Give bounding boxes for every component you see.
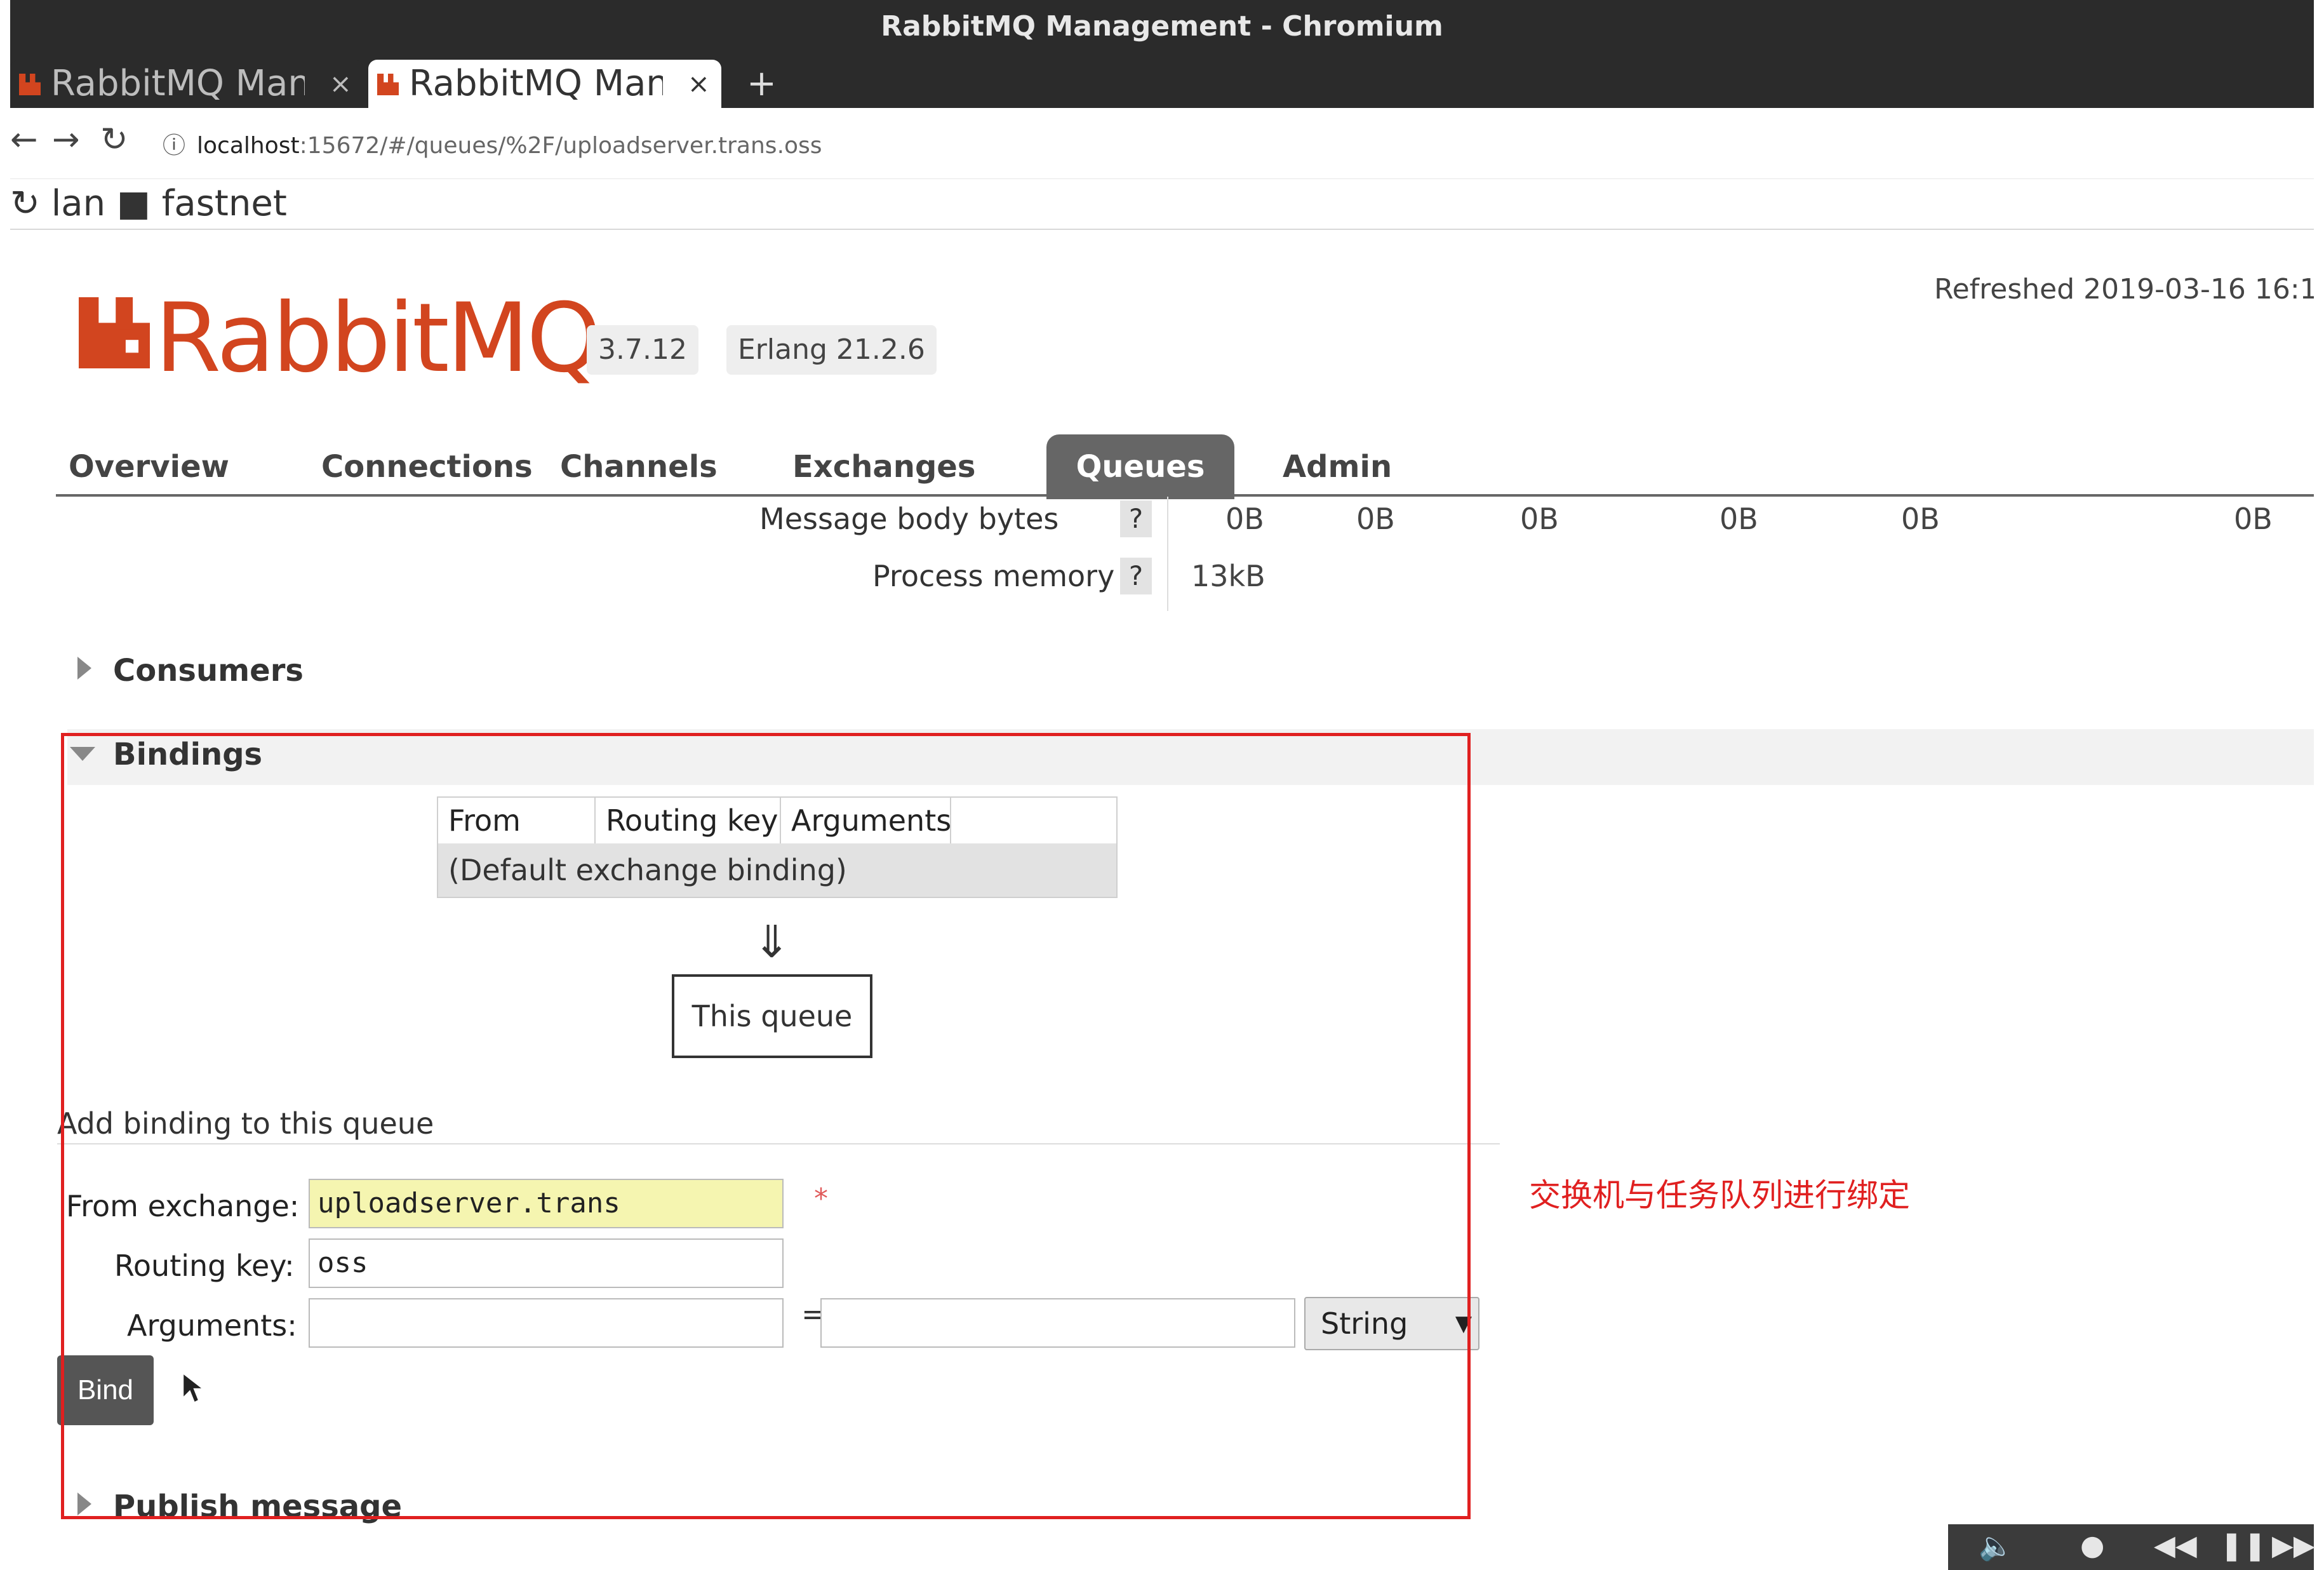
bookmarks-bar: ↻ lan ■ fastnet bbox=[10, 179, 2314, 230]
expand-consumers-icon[interactable] bbox=[77, 657, 91, 680]
browser-toolbar: ← → ↻ ⓘ localhost:15672/#/queues/%2F/uplo… bbox=[10, 108, 2314, 179]
bookmark-lan[interactable]: ↻ lan bbox=[10, 183, 105, 224]
bookmark-fastnet[interactable]: ■ fastnet bbox=[117, 183, 287, 224]
volume-icon[interactable]: 🔈 bbox=[1979, 1529, 2013, 1562]
stat-value: 0B bbox=[1225, 502, 1264, 536]
stat-value: 0B bbox=[1356, 502, 1395, 536]
browser-tab-2[interactable]: RabbitMQ Mana × bbox=[368, 60, 721, 108]
forward-icon[interactable]: → bbox=[52, 121, 80, 159]
back-icon[interactable]: ← bbox=[10, 121, 38, 159]
screen: RabbitMQ Management - Chromium RabbitMQ … bbox=[0, 0, 2324, 1570]
rabbitmq-favicon-icon bbox=[377, 74, 399, 95]
url-path: :15672/#/queues/%2F/uploadserver.trans.o… bbox=[299, 133, 822, 159]
brand-name: RabbitMQ bbox=[155, 283, 601, 394]
message-body-bytes-label: Message body bytes bbox=[759, 502, 1059, 536]
rewind-icon[interactable]: ◀◀ bbox=[2154, 1529, 2197, 1562]
help-button[interactable]: ? bbox=[1120, 500, 1152, 537]
browser-tab-1[interactable]: RabbitMQ Mana × bbox=[10, 60, 363, 108]
new-tab-button[interactable]: + bbox=[747, 60, 777, 108]
site-info-icon[interactable]: ⓘ bbox=[163, 133, 185, 159]
pause-icon[interactable]: ❚❚ bbox=[2220, 1529, 2267, 1562]
tab-connections[interactable]: Connections bbox=[309, 434, 545, 499]
annotation-text: 交换机与任务队列进行绑定 bbox=[1529, 1177, 1910, 1214]
tab-channels[interactable]: Channels bbox=[547, 434, 730, 499]
stat-value: 0B bbox=[1720, 502, 1758, 536]
bookmark-icon: ↻ bbox=[10, 183, 51, 224]
help-button[interactable]: ? bbox=[1120, 558, 1152, 594]
erlang-badge: Erlang 21.2.6 bbox=[726, 325, 937, 375]
refreshed-timestamp[interactable]: Refreshed 2019-03-16 16:1 bbox=[1934, 273, 2314, 305]
folder-icon: ■ bbox=[117, 183, 162, 224]
main-nav: Overview Connections Channels Exchanges … bbox=[56, 420, 2314, 499]
tab-queues[interactable]: Queues bbox=[1046, 434, 1234, 499]
section-consumers[interactable]: Consumers bbox=[113, 653, 304, 688]
stat-value: 0B bbox=[1901, 502, 1940, 536]
url-host: localhost bbox=[197, 133, 300, 159]
highlight-box bbox=[61, 733, 1471, 1519]
stats-divider bbox=[1167, 497, 1168, 611]
stat-value: 0B bbox=[1520, 502, 1559, 536]
reload-icon[interactable]: ↻ bbox=[100, 121, 128, 159]
progress-dot-icon[interactable]: ● bbox=[2080, 1529, 2104, 1562]
browser-tab-title: RabbitMQ Mana bbox=[409, 63, 663, 104]
stat-value: 13kB bbox=[1191, 559, 1266, 593]
browser-tab-title: RabbitMQ Mana bbox=[51, 63, 305, 104]
rabbitmq-logo-icon bbox=[79, 297, 150, 368]
fast-forward-icon[interactable]: ▶▶ bbox=[2272, 1529, 2315, 1562]
tab-overview[interactable]: Overview bbox=[56, 434, 242, 499]
window-title: RabbitMQ Management - Chromium bbox=[10, 0, 2314, 53]
rabbitmq-favicon-icon bbox=[19, 74, 41, 95]
video-player-controls: 🔈 ● ◀◀ ❚❚ ▶▶ bbox=[1948, 1524, 2315, 1570]
process-memory-label: Process memory bbox=[872, 559, 1115, 593]
close-tab-icon[interactable]: × bbox=[330, 60, 352, 108]
tab-strip: RabbitMQ Mana × RabbitMQ Mana × + bbox=[10, 53, 2314, 108]
tab-admin[interactable]: Admin bbox=[1270, 434, 1405, 499]
tab-exchanges[interactable]: Exchanges bbox=[780, 434, 988, 499]
version-badge: 3.7.12 bbox=[587, 325, 698, 375]
page-content: RabbitMQ 3.7.12 Erlang 21.2.6 Refreshed … bbox=[10, 230, 2314, 1570]
close-tab-icon[interactable]: × bbox=[688, 60, 710, 108]
stat-value: 0B bbox=[2234, 502, 2273, 536]
address-bar[interactable]: ⓘ localhost:15672/#/queues/%2F/uploadserv… bbox=[163, 127, 822, 160]
